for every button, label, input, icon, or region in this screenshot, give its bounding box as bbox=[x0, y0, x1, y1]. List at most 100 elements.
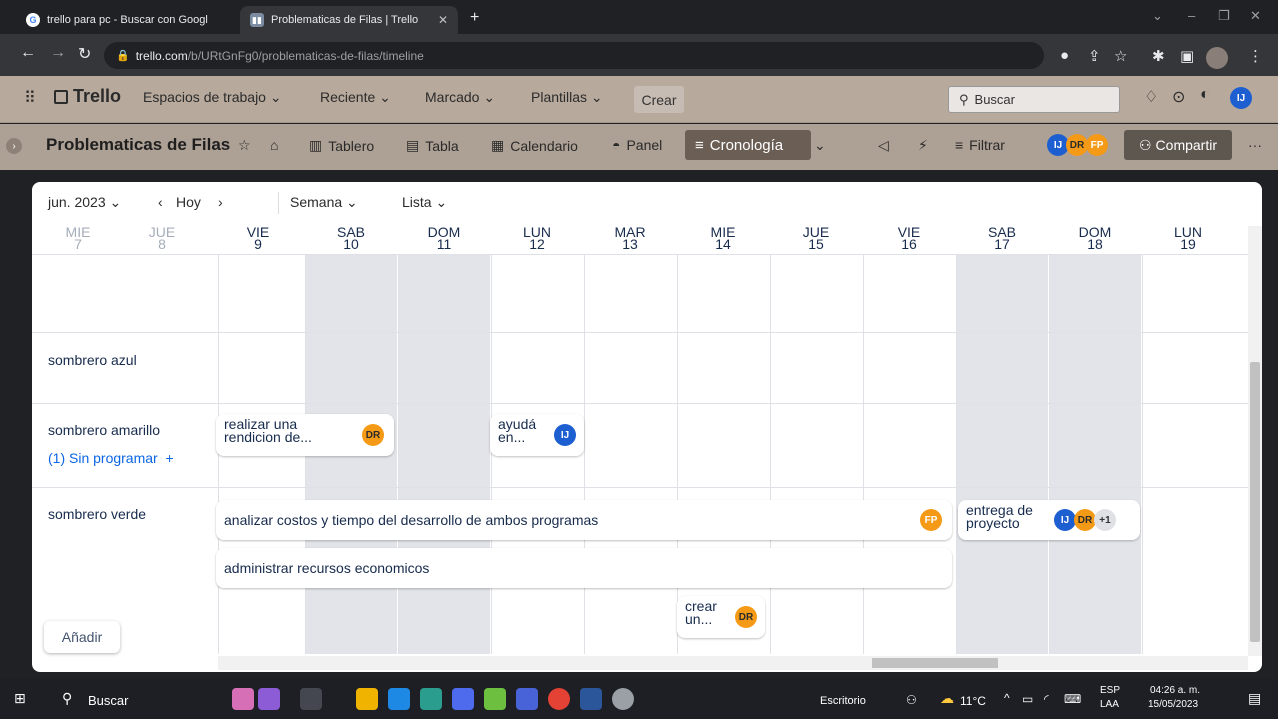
help-icon[interactable]: ⊙ bbox=[1172, 87, 1185, 107]
sidepanel-icon[interactable]: ▣ bbox=[1180, 47, 1194, 65]
prev-icon[interactable]: ‹ bbox=[158, 194, 163, 210]
language-indicator-2[interactable]: LAA bbox=[1100, 699, 1119, 710]
tab-google-search[interactable]: G trello para pc - Buscar con Googl ✕ bbox=[16, 6, 260, 34]
horizontal-scrollbar[interactable] bbox=[218, 656, 1248, 670]
group-select[interactable]: Lista ⌄ bbox=[402, 194, 447, 211]
divider bbox=[278, 192, 279, 214]
file-explorer-icon[interactable] bbox=[356, 688, 378, 710]
chrome-icon[interactable] bbox=[548, 688, 570, 710]
url-bar[interactable]: 🔒 trello.com/b/URtGnFg0/problematicas-de… bbox=[104, 42, 1044, 69]
automation-icon[interactable]: ⚡ bbox=[918, 137, 928, 154]
member-avatar[interactable]: DR bbox=[1066, 134, 1088, 156]
menu-templates[interactable]: Plantillas ⌄ bbox=[531, 89, 603, 106]
wifi-icon[interactable]: ◜ bbox=[1044, 692, 1049, 706]
horizontal-scrollbar-thumb[interactable] bbox=[872, 658, 998, 668]
add-button[interactable]: Añadir bbox=[44, 621, 120, 653]
filter-button[interactable]: ≡ Filtrar bbox=[955, 137, 1005, 153]
more-icon[interactable]: ··· bbox=[1248, 137, 1262, 153]
restore-icon[interactable]: ❐ bbox=[1218, 8, 1230, 24]
taskbar-search[interactable]: Buscar bbox=[88, 693, 128, 708]
keyboard-icon[interactable]: ⌨ bbox=[1064, 692, 1081, 706]
clock-date[interactable]: 15/05/2023 bbox=[1148, 699, 1198, 710]
tray-chevron-icon[interactable]: ^ bbox=[1004, 691, 1010, 705]
day-header: MAR 13 bbox=[614, 224, 646, 252]
apps-grid-icon[interactable]: ⠿ bbox=[24, 88, 36, 108]
view-panel[interactable]: ◓ Panel bbox=[612, 137, 662, 153]
day-column bbox=[584, 254, 676, 654]
view-tabla[interactable]: ▤ Tabla bbox=[406, 137, 459, 154]
language-indicator[interactable]: ESP bbox=[1100, 685, 1120, 696]
new-tab-icon[interactable]: + bbox=[470, 9, 479, 27]
extensions-icon[interactable]: ✱ bbox=[1152, 47, 1165, 65]
reload-icon[interactable]: ↻ bbox=[78, 44, 91, 64]
back-icon[interactable]: ← bbox=[20, 44, 36, 62]
board-title[interactable]: Problematicas de Filas bbox=[46, 135, 230, 155]
app-icon[interactable] bbox=[484, 688, 506, 710]
member-avatar[interactable]: FP bbox=[1086, 134, 1108, 156]
zoom-select[interactable]: Semana ⌄ bbox=[290, 194, 358, 211]
member-avatar: DR bbox=[362, 424, 384, 446]
share-icon[interactable]: ⇪ bbox=[1088, 47, 1101, 65]
task-view-icon[interactable] bbox=[300, 688, 322, 710]
app-icon[interactable] bbox=[612, 688, 634, 710]
powerups-icon[interactable]: ◁ bbox=[878, 137, 889, 154]
user-avatar[interactable]: IJ bbox=[1230, 87, 1252, 109]
notification-icon[interactable]: ♢ bbox=[1144, 87, 1158, 107]
month-picker[interactable]: jun. 2023 ⌄ bbox=[48, 194, 121, 211]
timeline-card[interactable]: ayudá en... IJ bbox=[490, 414, 584, 456]
close-icon[interactable]: ✕ bbox=[438, 13, 448, 27]
unscheduled-link[interactable]: (1) Sin programar + bbox=[48, 450, 174, 466]
flowers-icon bbox=[232, 688, 254, 710]
word-icon[interactable] bbox=[580, 688, 602, 710]
desktop-label[interactable]: Escritorio bbox=[820, 695, 866, 707]
flowers-icon bbox=[258, 688, 280, 710]
timeline-card[interactable]: administrar recursos economicos bbox=[216, 548, 952, 588]
star-icon[interactable]: ☆ bbox=[1114, 47, 1127, 65]
timeline-card[interactable]: realizar una rendicion de... DR bbox=[216, 414, 394, 456]
menu-starred[interactable]: Marcado ⌄ bbox=[425, 89, 495, 106]
expand-sidebar-icon[interactable]: › bbox=[6, 138, 22, 154]
menu-workspaces[interactable]: Espacios de trabajo ⌄ bbox=[143, 89, 282, 106]
menu-dots-icon[interactable]: ⋮ bbox=[1248, 47, 1263, 65]
filter-icon: ≡ bbox=[955, 137, 964, 153]
battery-icon[interactable]: ▭ bbox=[1022, 692, 1033, 706]
star-icon[interactable]: ☆ bbox=[238, 137, 251, 154]
timeline-card[interactable]: analizar costos y tiempo del desarrollo … bbox=[216, 500, 952, 540]
weather-temp[interactable]: 11°C bbox=[960, 694, 986, 708]
view-calendario[interactable]: ▦ Calendario bbox=[491, 137, 578, 154]
create-button[interactable]: Crear bbox=[634, 86, 684, 113]
close-window-icon[interactable]: ✕ bbox=[1250, 8, 1261, 24]
tab-trello-board[interactable]: ▮▮ Problematicas de Filas | Trello ✕ bbox=[240, 6, 458, 34]
clock-time[interactable]: 04:26 a. m. bbox=[1150, 685, 1200, 696]
timeline-card[interactable]: crear un... DR bbox=[677, 596, 765, 638]
theme-icon[interactable]: ◐ bbox=[1200, 86, 1210, 104]
chevron-down-icon[interactable]: ⌄ bbox=[1152, 8, 1163, 24]
view-cronologia[interactable]: ≡ Cronología bbox=[685, 130, 811, 160]
menu-recent[interactable]: Reciente ⌄ bbox=[320, 89, 391, 106]
day-column-weekend bbox=[398, 254, 490, 654]
view-switcher-chevron-icon[interactable]: ⌄ bbox=[814, 137, 826, 154]
minimize-icon[interactable]: – bbox=[1188, 8, 1195, 23]
profile-avatar[interactable] bbox=[1206, 47, 1228, 69]
forward-icon[interactable]: → bbox=[50, 44, 66, 62]
next-icon[interactable]: › bbox=[218, 194, 223, 210]
today-button[interactable]: Hoy bbox=[176, 194, 201, 210]
share-button[interactable]: ⚇ Compartir bbox=[1124, 130, 1232, 160]
mail-icon[interactable] bbox=[388, 688, 410, 710]
visibility-icon[interactable]: ⌂ bbox=[270, 137, 278, 153]
windows-start-icon[interactable]: ⊞ bbox=[14, 690, 26, 707]
tab-title: Problematicas de Filas | Trello bbox=[271, 14, 419, 26]
search-input[interactable]: ⚲ Buscar bbox=[948, 86, 1120, 113]
view-tablero[interactable]: ▥ Tablero bbox=[309, 137, 374, 154]
app-icon[interactable] bbox=[452, 688, 474, 710]
people-icon[interactable]: ⚇ bbox=[906, 693, 917, 707]
timeline-card[interactable]: entrega de proyecto IJ DR +1 bbox=[958, 500, 1140, 540]
trello-logo[interactable]: Trello bbox=[54, 86, 121, 107]
notification-center-icon[interactable]: ▤ bbox=[1248, 690, 1261, 707]
search-icon[interactable]: ⚲ bbox=[62, 690, 72, 707]
vertical-scrollbar-thumb[interactable] bbox=[1250, 362, 1260, 642]
edge-icon[interactable] bbox=[420, 688, 442, 710]
google-account-icon[interactable]: ● bbox=[1060, 47, 1069, 64]
day-header: LUN 12 bbox=[522, 224, 551, 252]
app-icon[interactable] bbox=[516, 688, 538, 710]
